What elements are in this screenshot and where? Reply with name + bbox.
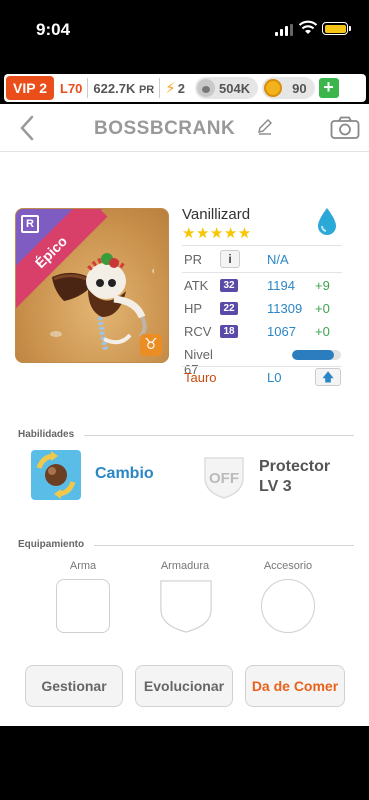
stat-bonus: +9 bbox=[315, 278, 330, 293]
paw-currency[interactable]: 504K bbox=[195, 77, 259, 99]
equipment-section-title: Equipamiento bbox=[18, 539, 85, 550]
power-rating: 622.7K PR bbox=[93, 81, 154, 96]
coin-currency[interactable]: 90 bbox=[262, 77, 315, 99]
energy-value: 2 bbox=[177, 80, 186, 96]
battery-icon bbox=[322, 22, 351, 35]
water-drop-icon bbox=[318, 208, 336, 235]
stat-level-badge: 22 bbox=[220, 302, 238, 315]
coin-value: 90 bbox=[292, 80, 307, 96]
evolve-button[interactable]: Evolucionar bbox=[135, 665, 233, 707]
camera-icon[interactable] bbox=[330, 116, 360, 140]
stat-bonus: +0 bbox=[315, 301, 330, 316]
stat-label: RCV bbox=[184, 324, 212, 339]
pet-image bbox=[50, 253, 154, 352]
shield-off-icon[interactable]: OFF bbox=[199, 452, 249, 500]
passive-skill[interactable]: Protector LV 3 bbox=[259, 457, 330, 497]
manage-button[interactable]: Gestionar bbox=[25, 665, 123, 707]
status-bar: 9:04 bbox=[0, 0, 369, 62]
paw-icon bbox=[197, 79, 216, 97]
passive-skill-level: LV 3 bbox=[259, 478, 292, 495]
power-value: 622.7K bbox=[93, 80, 136, 96]
cellular-signal-icon bbox=[275, 24, 293, 36]
paw-currency-value: 504K bbox=[219, 80, 251, 96]
page-title: BOSSBCRANK bbox=[94, 118, 236, 139]
divider bbox=[87, 78, 89, 98]
coin-icon bbox=[264, 79, 283, 97]
divider bbox=[159, 78, 161, 98]
feed-button[interactable]: Da de Comer bbox=[245, 665, 345, 707]
divider bbox=[182, 245, 342, 246]
stat-level-badge: 18 bbox=[220, 325, 238, 338]
passive-off-text: OFF bbox=[209, 470, 239, 487]
zodiac-label: Tauro bbox=[184, 370, 217, 385]
level-progress-bar bbox=[292, 350, 341, 360]
vip-badge[interactable]: VIP 2 bbox=[6, 76, 54, 100]
divider bbox=[182, 366, 342, 367]
lightning-icon: ⚡ bbox=[165, 80, 176, 97]
active-skill-name[interactable]: Cambio bbox=[95, 465, 154, 483]
stat-bonus: +0 bbox=[315, 324, 330, 339]
zodiac-level: L0 bbox=[267, 370, 282, 385]
energy-counter[interactable]: ⚡ 2 bbox=[165, 79, 185, 97]
pr-value: N/A bbox=[267, 252, 289, 267]
level-progress-fill bbox=[292, 350, 334, 360]
armor-slot-label: Armadura bbox=[160, 560, 210, 572]
armor-slot[interactable] bbox=[159, 579, 213, 633]
add-currency-button[interactable]: + bbox=[318, 78, 339, 98]
zodiac-upgrade-button[interactable]: 🡅 bbox=[315, 368, 341, 386]
power-unit: PR bbox=[138, 83, 155, 96]
divider bbox=[84, 435, 354, 436]
pet-portrait-card[interactable]: Épico R ♉ bbox=[15, 208, 169, 363]
swap-icon bbox=[36, 451, 76, 499]
weapon-slot[interactable] bbox=[56, 579, 110, 633]
divider bbox=[182, 272, 342, 273]
accessory-slot-label: Accesorio bbox=[263, 560, 313, 572]
weapon-slot-label: Arma bbox=[69, 560, 97, 572]
status-time: 9:04 bbox=[36, 20, 71, 39]
wifi-icon bbox=[298, 20, 318, 34]
skills-section-title: Habilidades bbox=[18, 429, 75, 440]
header: BOSSBCRANK bbox=[0, 104, 369, 152]
pet-name: Vanillizard bbox=[182, 206, 251, 223]
stat-level-badge: 32 bbox=[220, 279, 238, 292]
pencil-edit-icon[interactable] bbox=[256, 118, 274, 136]
taurus-zodiac-icon: ♉ bbox=[140, 334, 162, 356]
stat-value: 1194 bbox=[267, 278, 295, 293]
divider bbox=[94, 545, 354, 546]
accessory-slot[interactable] bbox=[261, 579, 315, 633]
stat-value: 11309 bbox=[267, 301, 303, 316]
passive-skill-name: Protector bbox=[259, 458, 331, 475]
info-button[interactable]: i bbox=[220, 250, 240, 268]
active-skill-icon[interactable] bbox=[31, 450, 81, 500]
player-level: L70 bbox=[60, 80, 83, 96]
stat-label: HP bbox=[184, 301, 203, 316]
stat-value: 1067 bbox=[267, 324, 296, 339]
resource-bar: VIP 2 L70 622.7K PR ⚡ 2 504K 90 + bbox=[4, 74, 366, 102]
pet-detail-panel: BOSSBCRANK Épico R ♉ Vanillizard ★★★★★ P… bbox=[0, 104, 369, 726]
rarity-badge: R bbox=[21, 215, 39, 233]
pr-label: PR bbox=[184, 252, 203, 267]
back-arrow-icon[interactable] bbox=[18, 114, 36, 142]
star-rating: ★★★★★ bbox=[182, 225, 252, 242]
stat-label: ATK bbox=[184, 278, 209, 293]
